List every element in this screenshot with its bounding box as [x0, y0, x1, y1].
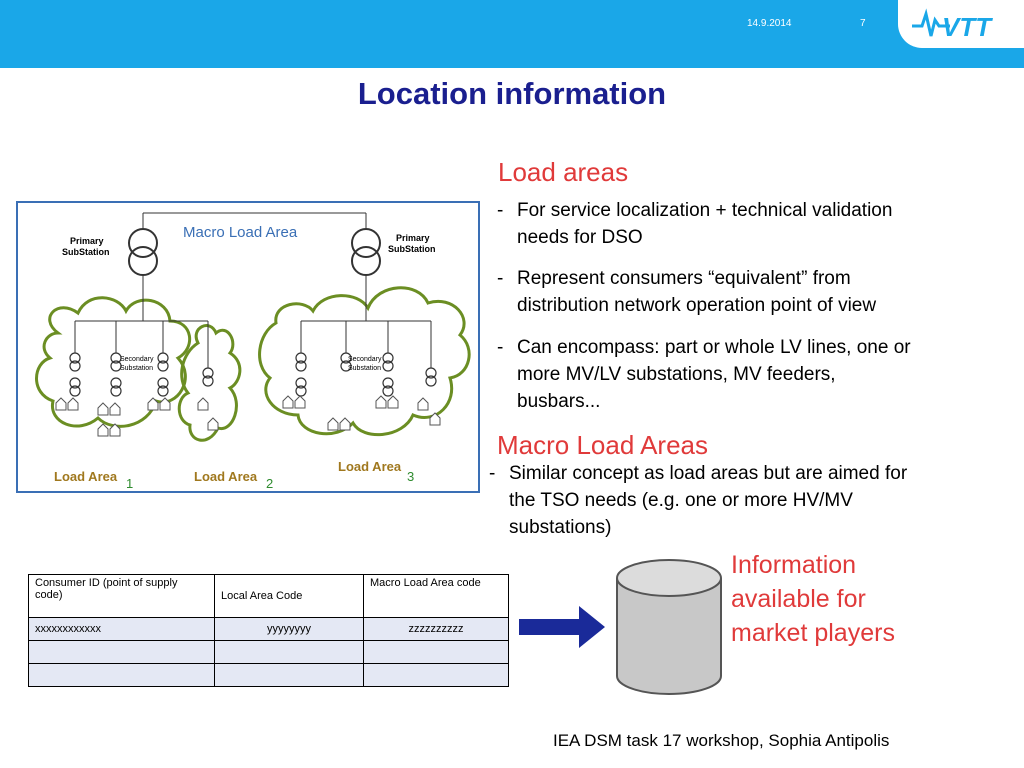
table-row: xxxxxxxxxxxx yyyyyyyy zzzzzzzzzz	[28, 617, 509, 641]
table-header-cell: Local Area Code	[214, 574, 364, 618]
table-row	[28, 640, 509, 664]
load-area-3-label: Load Area	[338, 459, 402, 474]
table-cell: yyyyyyyy	[214, 617, 364, 641]
table-cell	[214, 663, 364, 687]
table-header-cell: Consumer ID (point of supply code)	[28, 574, 215, 618]
load-area-2-subscript: 2	[266, 476, 273, 491]
secondary-substation-right-label-2: Substation	[348, 365, 381, 372]
bullet-dash: -	[489, 463, 496, 484]
bullet-line: substations)	[509, 517, 612, 538]
load-areas-heading: Load areas	[498, 157, 629, 187]
bullet-line: Represent consumers “equivalent” from	[517, 268, 851, 289]
bullet-dash: -	[497, 200, 504, 221]
secondary-substation-right-label-1: Secondary	[348, 356, 382, 363]
info-line: market players	[731, 619, 895, 647]
vtt-logo: VTT	[898, 0, 1024, 48]
location-table: Consumer ID (point of supply code) Local…	[28, 574, 509, 687]
bullet-line: more MV/LV substations, MV feeders,	[517, 364, 836, 385]
bullet-dash: -	[497, 337, 504, 358]
primary-substation-left-label-2: SubStation	[62, 247, 110, 257]
primary-substation-right-label-2: SubStation	[388, 244, 436, 254]
bullet-line: distribution network operation point of …	[517, 295, 877, 316]
load-area-1-subscript: 1	[126, 476, 133, 491]
house-icons	[55, 395, 441, 437]
load-area-1-label: Load Area	[54, 469, 118, 484]
table-row	[28, 663, 509, 687]
info-line: Information	[731, 551, 857, 579]
bullet-line: For service localization + technical val…	[517, 200, 893, 221]
network-diagram: Macro Load Area Primary SubStation Prima…	[35, 212, 471, 491]
table-cell: zzzzzzzzzz	[363, 617, 509, 641]
secondary-substation-left-label-2: Substation	[120, 365, 153, 372]
header-bar: 14.9.2014 7 VTT	[0, 0, 1024, 68]
bullet-line: the TSO needs (e.g. one or more HV/MV	[509, 490, 853, 511]
table-cell: xxxxxxxxxxxx	[28, 617, 215, 641]
bullet-line: Similar concept as load areas but are ai…	[509, 463, 908, 484]
bullet-line: needs for DSO	[517, 227, 643, 248]
table-cell	[363, 663, 509, 687]
logo-text: VTT	[942, 12, 993, 42]
arrow-right-icon	[519, 606, 605, 648]
market-info-text: Information available for market players	[731, 548, 951, 650]
slide-date: 14.9.2014	[747, 18, 792, 29]
database-cylinder-icon	[616, 559, 722, 695]
table-header-cell: Macro Load Area code	[363, 574, 509, 618]
secondary-substation-left-label-1: Secondary	[120, 356, 154, 363]
footer-text: IEA DSM task 17 workshop, Sophia Antipol…	[553, 731, 890, 750]
table-cell	[28, 663, 215, 687]
load-area-3-subscript: 3	[407, 469, 414, 484]
vtt-logo-icon: VTT	[912, 8, 993, 42]
table-cell	[28, 640, 215, 664]
bullet-line: busbars...	[517, 391, 601, 412]
macro-load-areas-heading: Macro Load Areas	[497, 430, 709, 460]
primary-substation-left-label-1: Primary	[70, 236, 104, 246]
load-area-2-label: Load Area	[194, 469, 258, 484]
slide-number: 7	[860, 18, 866, 29]
table-header-row: Consumer ID (point of supply code) Local…	[28, 574, 509, 618]
bullet-dash: -	[497, 268, 504, 289]
info-line: available for	[731, 585, 866, 613]
primary-substation-right-label-1: Primary	[396, 233, 430, 243]
macro-load-area-diagram: Macro Load Area Primary SubStation Prima…	[16, 201, 480, 493]
table-cell	[363, 640, 509, 664]
bullet-line: Can encompass: part or whole LV lines, o…	[517, 337, 911, 358]
table-cell	[214, 640, 364, 664]
primary-transformer-left-icon	[128, 228, 158, 276]
primary-transformer-right-icon	[351, 228, 381, 276]
page-title: Location information	[357, 76, 667, 111]
diagram-title: Macro Load Area	[183, 224, 298, 241]
